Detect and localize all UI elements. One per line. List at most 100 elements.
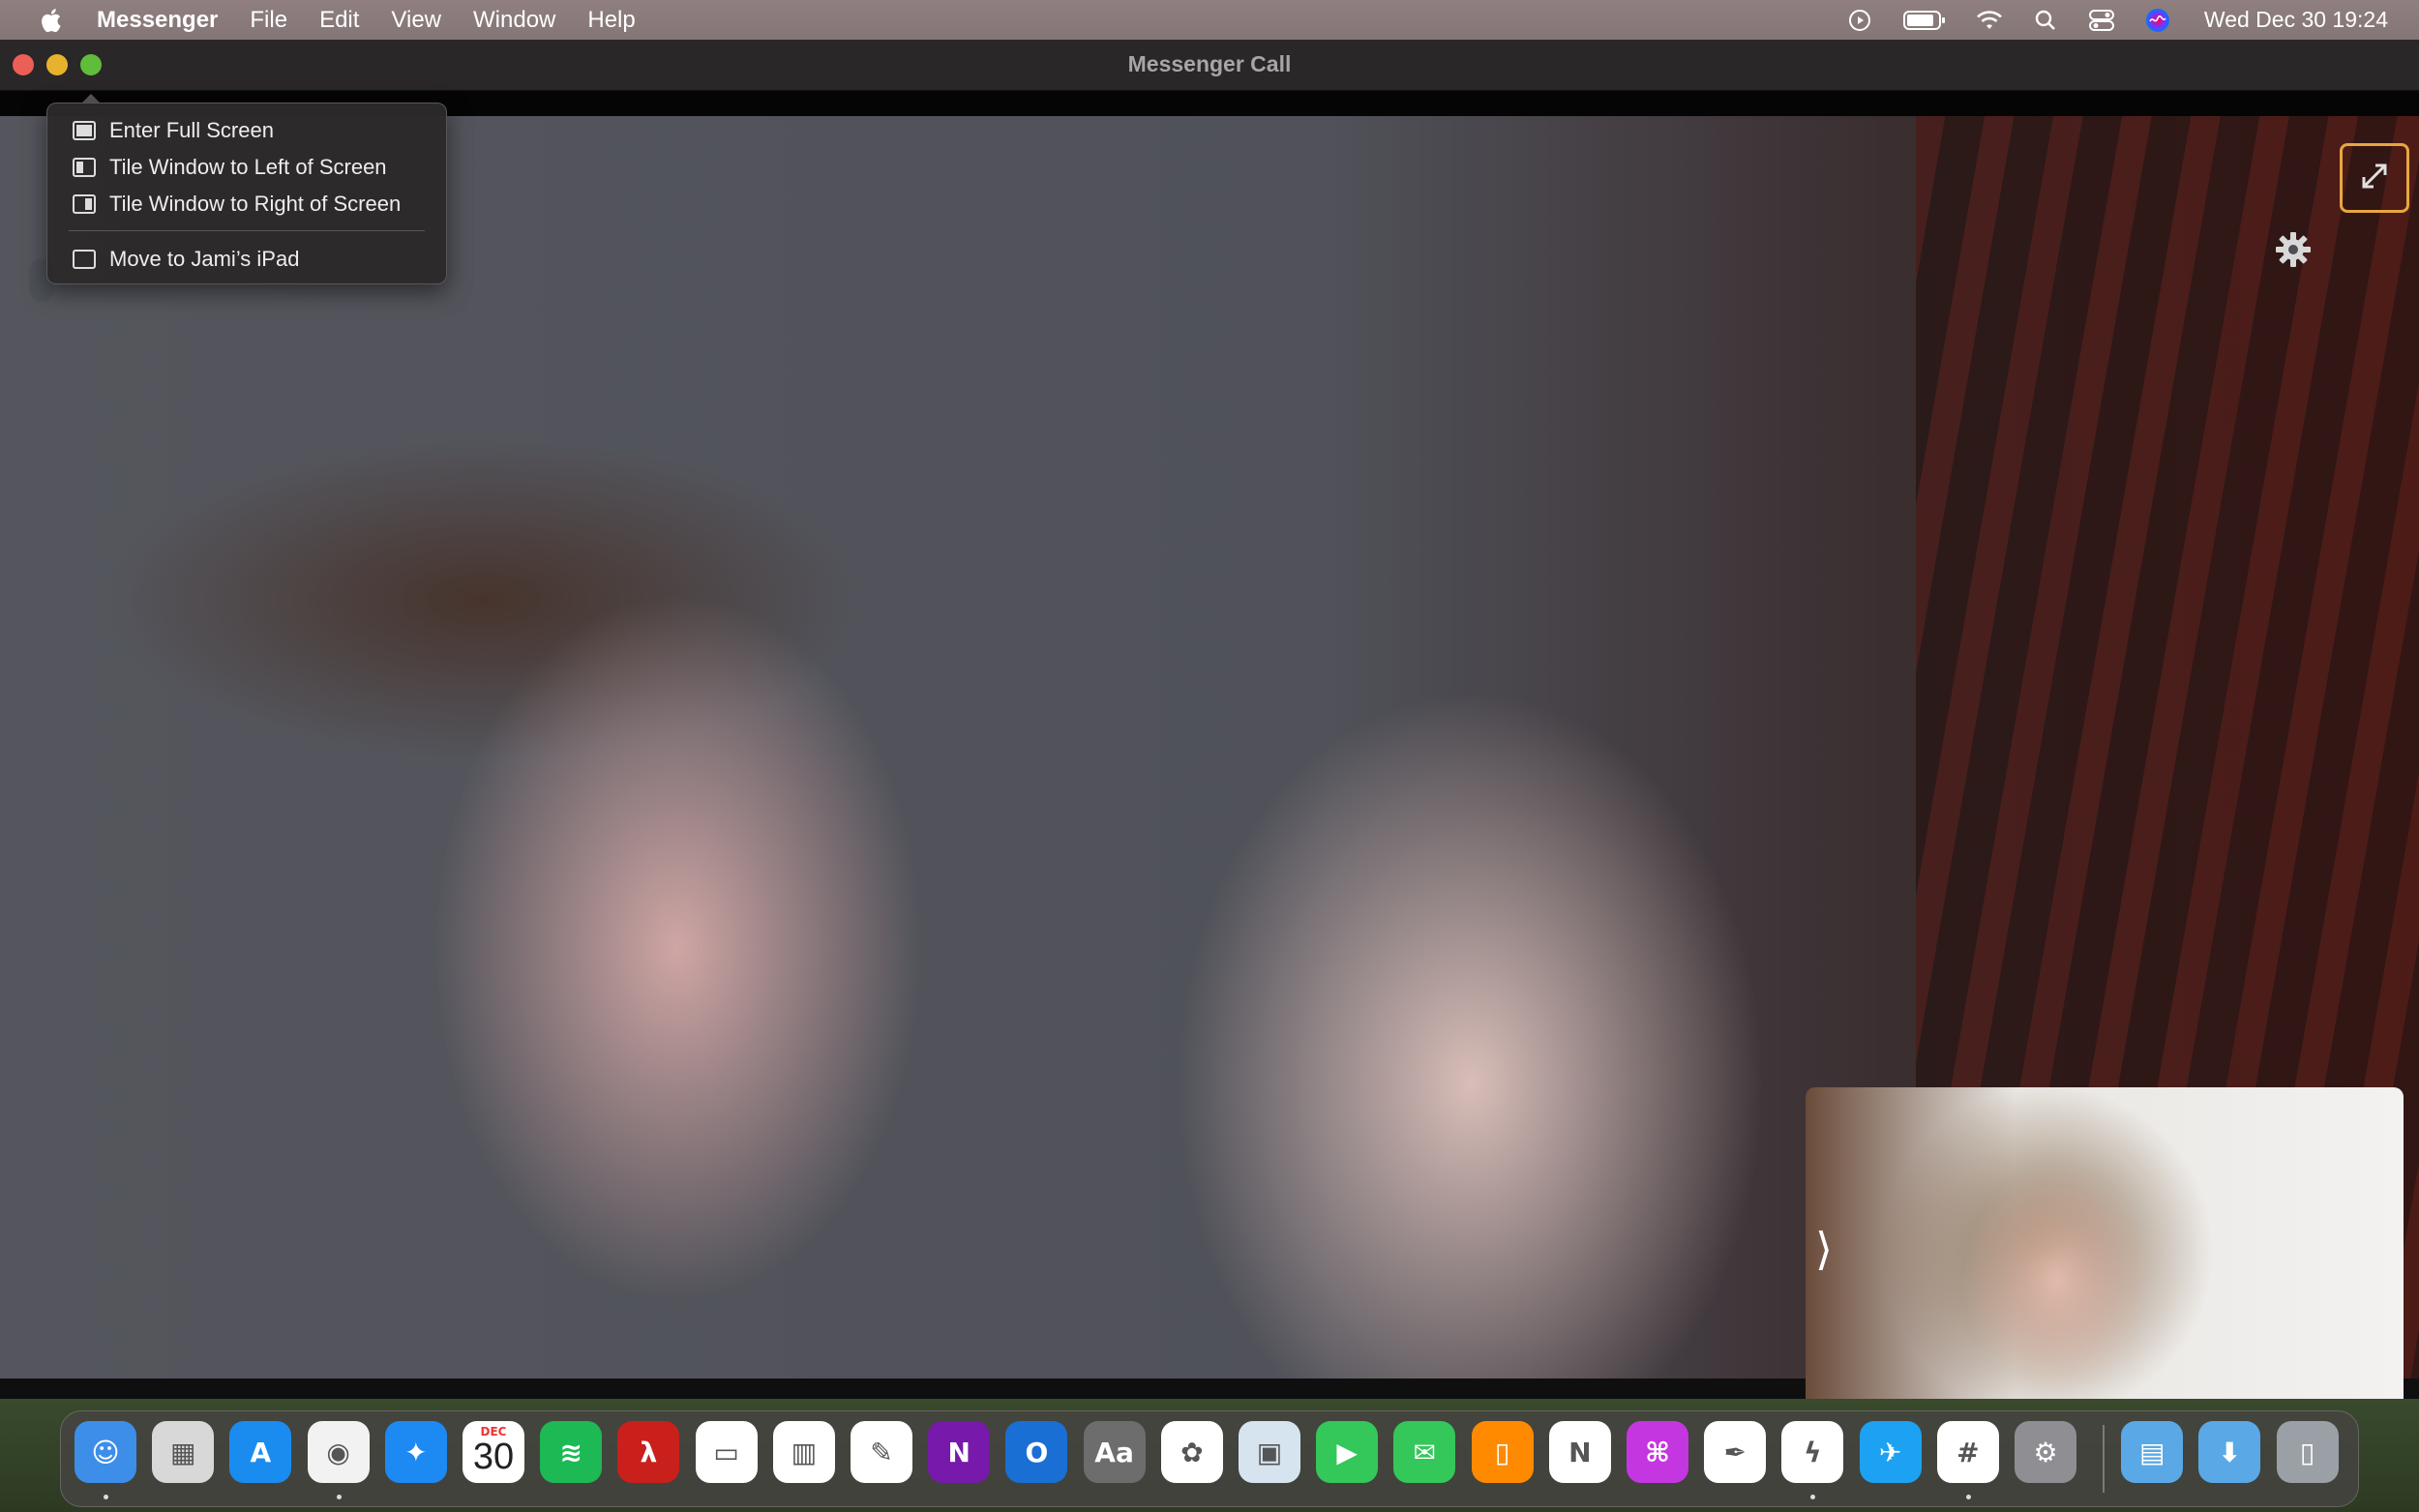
expand-arrows-icon xyxy=(2355,157,2394,200)
dock-app-news[interactable]: N xyxy=(1548,1421,1611,1483)
documents-folder-icon: ▤ xyxy=(2138,1436,2165,1468)
acrobat-icon: λ xyxy=(640,1436,658,1468)
menu-clock[interactable]: Wed Dec 30 19:24 xyxy=(2204,7,2388,33)
system-preferences-icon: ⚙ xyxy=(2033,1436,2058,1468)
menu-item-enter-full-screen[interactable]: Enter Full Screen xyxy=(47,113,446,148)
numbers-icon: ▥ xyxy=(791,1436,818,1468)
dock-app-trash[interactable]: ▯ xyxy=(2276,1421,2339,1483)
news-icon: N xyxy=(1568,1436,1592,1468)
photos-icon: ✿ xyxy=(1180,1436,1204,1468)
dock-app-numbers[interactable]: ▥ xyxy=(772,1421,835,1483)
window-title: Messenger Call xyxy=(1127,51,1292,76)
app-store-icon: A xyxy=(250,1436,272,1468)
fullscreen-icon xyxy=(73,121,96,140)
menu-item-label: Tile Window to Left of Screen xyxy=(109,155,387,179)
dock-app-acrobat[interactable]: λ xyxy=(617,1421,680,1483)
pages-icon: ✎ xyxy=(870,1436,893,1468)
dock-app-vectorize[interactable]: ⌘ xyxy=(1627,1421,1688,1483)
facetime-icon: ▶ xyxy=(1336,1436,1358,1468)
app-menu[interactable]: Messenger xyxy=(97,7,218,34)
calendar-day-label: 30 xyxy=(472,1437,515,1477)
apple-menu-icon[interactable] xyxy=(37,7,64,34)
slack-icon: # xyxy=(1956,1436,1980,1468)
script-editor-icon: ✒ xyxy=(1723,1436,1747,1468)
wifi-icon[interactable] xyxy=(1976,7,2003,34)
menu-view[interactable]: View xyxy=(391,7,441,34)
outlook-icon: O xyxy=(1025,1436,1049,1468)
menu-item-label: Move to Jami’s iPad xyxy=(109,247,300,271)
collapse-preview-chevron-icon[interactable]: ⟩ xyxy=(1815,1223,1833,1275)
dock-app-script-editor[interactable]: ✒ xyxy=(1704,1421,1767,1483)
menu-item-label: Tile Window to Right of Screen xyxy=(109,192,402,216)
dock-app-outlook[interactable]: O xyxy=(1005,1421,1068,1483)
dock-divider xyxy=(2103,1425,2105,1493)
menu-item-label: Enter Full Screen xyxy=(109,118,274,142)
dock-app-spotify[interactable]: ≋ xyxy=(540,1421,603,1483)
menu-help[interactable]: Help xyxy=(587,7,635,34)
menu-bar: Messenger File Edit View Window Help Wed… xyxy=(0,0,2419,40)
messages-icon: ✉ xyxy=(1413,1436,1437,1468)
menu-window[interactable]: Window xyxy=(473,7,555,34)
menu-edit[interactable]: Edit xyxy=(319,7,359,34)
menu-separator xyxy=(69,230,425,231)
settings-gear-icon[interactable] xyxy=(2274,230,2313,269)
siri-icon[interactable] xyxy=(2144,7,2171,34)
dock-app-launchpad[interactable]: ▦ xyxy=(152,1421,215,1483)
dock-app-twitter[interactable]: ✈ xyxy=(1859,1421,1922,1483)
dock-app-messenger[interactable]: ϟ xyxy=(1781,1421,1844,1483)
safari-icon: ✦ xyxy=(404,1436,428,1468)
dock-app-font-book[interactable]: Aa xyxy=(1083,1421,1146,1483)
dock-app-pages[interactable]: ✎ xyxy=(851,1421,912,1483)
dock-app-documents-folder[interactable]: ▤ xyxy=(2121,1421,2184,1483)
onenote-icon: N xyxy=(947,1436,971,1468)
dock-app-downloads-folder[interactable]: ⬇ xyxy=(2198,1421,2261,1483)
dock: DEC 30 ☺ ▦ A ◉ ✦ ≋ λ ▭ ▥ ✎ N O Aa ✿ ▣ ▶ ✉ ▯ N ⌘ ✒ ϟ ✈ # ⚙ ▤ ⬇ ▯ xyxy=(60,1410,2359,1507)
launchpad-icon: ▦ xyxy=(169,1436,196,1468)
dock-app-photos[interactable]: ✿ xyxy=(1160,1421,1223,1483)
self-video-preview[interactable]: ⟩ xyxy=(1806,1087,2404,1421)
title-bar[interactable]: Messenger Call xyxy=(0,40,2419,91)
preview-icon: ▣ xyxy=(1256,1436,1283,1468)
dock-app-safari[interactable]: ✦ xyxy=(384,1421,447,1483)
dock-app-books[interactable]: ▯ xyxy=(1471,1421,1534,1483)
dock-app-keynote[interactable]: ▭ xyxy=(695,1421,758,1483)
control-center-icon[interactable] xyxy=(2088,7,2115,34)
tile-right-icon xyxy=(73,194,96,214)
vectorize-icon: ⌘ xyxy=(1645,1436,1670,1468)
now-playing-icon[interactable] xyxy=(1846,7,1873,34)
chrome-icon: ◉ xyxy=(326,1436,350,1468)
dock-app-preview[interactable]: ▣ xyxy=(1239,1421,1300,1483)
tile-left-icon xyxy=(73,158,96,177)
ipad-icon xyxy=(73,250,96,269)
spotlight-search-icon[interactable] xyxy=(2032,7,2059,34)
spotify-icon: ≋ xyxy=(559,1436,582,1468)
menu-item-tile-right[interactable]: Tile Window to Right of Screen xyxy=(47,187,446,222)
dock-app-slack[interactable]: # xyxy=(1936,1421,1999,1483)
keynote-icon: ▭ xyxy=(713,1436,739,1468)
finder-icon: ☺ xyxy=(91,1436,120,1468)
dock-app-onenote[interactable]: N xyxy=(928,1421,991,1483)
dock-app-chrome[interactable]: ◉ xyxy=(307,1421,370,1483)
window-tiling-menu: Enter Full Screen Tile Window to Left of… xyxy=(46,103,447,284)
menu-file[interactable]: File xyxy=(250,7,287,34)
status-area: Wed Dec 30 19:24 xyxy=(1846,0,2388,40)
battery-icon[interactable] xyxy=(1902,7,1947,34)
dock-app-app-store[interactable]: A xyxy=(229,1421,292,1483)
twitter-icon: ✈ xyxy=(1878,1436,1902,1468)
trash-icon: ▯ xyxy=(2299,1436,2315,1468)
menu-item-tile-left[interactable]: Tile Window to Left of Screen xyxy=(47,150,446,185)
fullscreen-toggle-button[interactable] xyxy=(2340,143,2409,213)
menu-item-move-to-ipad[interactable]: Move to Jami’s iPad xyxy=(47,242,446,277)
dock-app-calendar[interactable]: DEC 30 xyxy=(463,1421,524,1483)
dock-app-system-preferences[interactable]: ⚙ xyxy=(2015,1421,2076,1483)
font-book-icon: Aa xyxy=(1094,1436,1134,1468)
dock-app-finder[interactable]: ☺ xyxy=(75,1421,136,1483)
downloads-folder-icon: ⬇ xyxy=(2218,1436,2242,1468)
books-icon: ▯ xyxy=(1494,1436,1510,1468)
messenger-icon: ϟ xyxy=(1804,1436,1822,1468)
running-indicator xyxy=(1810,1495,1816,1499)
dock-app-facetime[interactable]: ▶ xyxy=(1316,1421,1379,1483)
running-indicator xyxy=(104,1495,108,1499)
running-indicator xyxy=(1965,1495,1971,1499)
dock-app-messages[interactable]: ✉ xyxy=(1393,1421,1456,1483)
